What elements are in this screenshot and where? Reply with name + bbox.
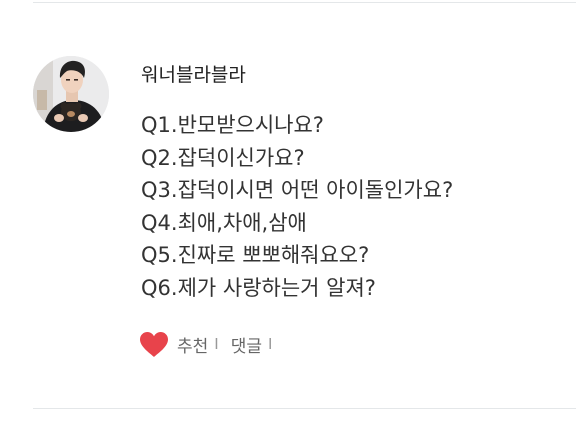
question-item: Q2.잡덕이신가요? — [141, 145, 305, 170]
recommend-button[interactable]: 추천 — [177, 332, 208, 357]
author-name[interactable]: 워너블라블라 — [141, 60, 246, 87]
avatar-photo — [33, 56, 109, 132]
action-separator: I — [268, 335, 273, 353]
post-card: 워너블라블라 Q1.반모받으시나요? Q2.잡덕이신가요? Q3.잡덕이시면 어… — [0, 0, 576, 432]
question-item: Q1.반모받으시나요? — [141, 113, 324, 137]
comment-button[interactable]: 댓글 — [231, 332, 262, 357]
question-item: Q4.최애,차애,삼애 — [141, 210, 307, 235]
question-list: Q1.반모받으시나요? Q2.잡덕이신가요? Q3.잡덕이시면 어떤 아이돌인가… — [141, 109, 453, 304]
top-divider — [33, 2, 576, 3]
question-item: Q6.제가 사랑하는거 알져? — [141, 275, 376, 300]
heart-icon[interactable] — [139, 331, 169, 358]
bottom-divider — [33, 408, 576, 409]
question-item: Q3.잡덕이시면 어떤 아이돌인가요? — [141, 178, 454, 202]
avatar[interactable] — [33, 56, 109, 132]
question-item: Q5.진짜로 뽀뽀해줘요오? — [141, 243, 370, 267]
action-separator: I — [214, 335, 219, 353]
action-bar: 추천 I 댓글 I — [139, 330, 272, 358]
